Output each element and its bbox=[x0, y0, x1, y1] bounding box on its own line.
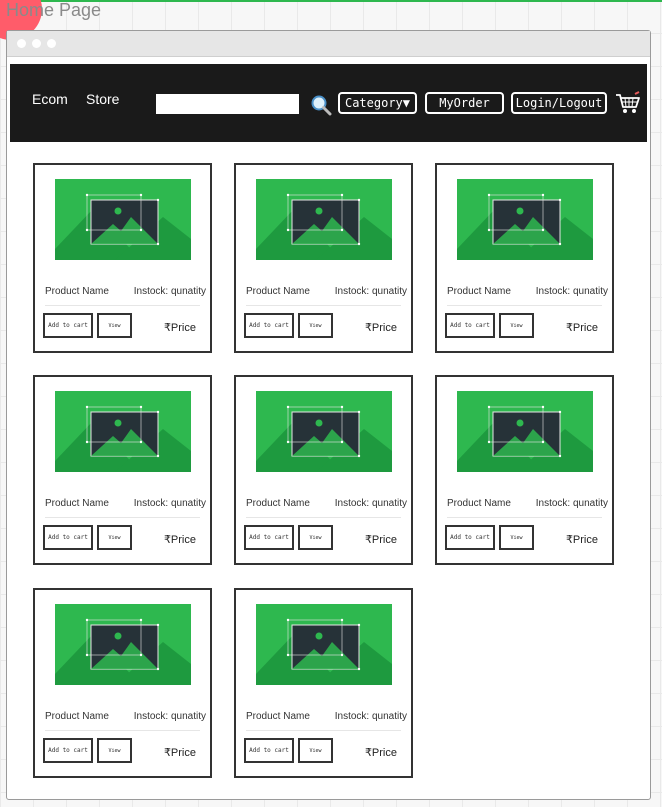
category-dropdown[interactable]: Category▼ bbox=[338, 92, 417, 114]
product-card: Product Name Instock: qunatity Add to ca… bbox=[435, 375, 614, 565]
add-to-cart-button[interactable]: Add to cart bbox=[43, 738, 93, 763]
product-price: ₹Price bbox=[565, 534, 598, 546]
product-name: Product Name bbox=[246, 286, 310, 297]
nav-store-link[interactable]: Store bbox=[86, 91, 119, 107]
product-image-placeholder-icon bbox=[256, 391, 392, 472]
myorder-button[interactable]: MyOrder bbox=[425, 92, 504, 114]
page-title: Home Page bbox=[6, 0, 102, 20]
product-stock: Instock: qunatity bbox=[334, 711, 407, 722]
product-image-placeholder-icon bbox=[55, 391, 191, 472]
nav-brand-link[interactable]: Ecom bbox=[32, 91, 68, 107]
view-button[interactable]: View bbox=[298, 313, 333, 338]
product-price: ₹Price bbox=[364, 534, 397, 546]
add-to-cart-button[interactable]: Add to cart bbox=[43, 313, 93, 338]
card-divider bbox=[45, 305, 200, 306]
window-dot-icon bbox=[32, 39, 41, 48]
window-dot-icon bbox=[17, 39, 26, 48]
view-button[interactable]: View bbox=[97, 738, 132, 763]
product-price: ₹Price bbox=[163, 747, 196, 759]
card-divider bbox=[246, 730, 401, 731]
product-price: ₹Price bbox=[364, 747, 397, 759]
add-to-cart-button[interactable]: Add to cart bbox=[43, 525, 93, 550]
navbar: Ecom Store Category▼ MyOrder Login/Logou… bbox=[10, 64, 647, 142]
product-card: Product Name Instock: qunatity Add to ca… bbox=[33, 375, 212, 565]
card-divider bbox=[246, 305, 401, 306]
product-image-placeholder-icon bbox=[55, 604, 191, 685]
product-name: Product Name bbox=[246, 711, 310, 722]
add-to-cart-button[interactable]: Add to cart bbox=[445, 313, 495, 338]
view-button[interactable]: View bbox=[298, 738, 333, 763]
product-card: Product Name Instock: qunatity Add to ca… bbox=[435, 163, 614, 353]
product-card: Product Name Instock: qunatity Add to ca… bbox=[33, 163, 212, 353]
product-price: ₹Price bbox=[565, 322, 598, 334]
product-price: ₹Price bbox=[163, 322, 196, 334]
product-card: Product Name Instock: qunatity Add to ca… bbox=[234, 163, 413, 353]
product-card: Product Name Instock: qunatity Add to ca… bbox=[33, 588, 212, 778]
product-stock: Instock: qunatity bbox=[133, 286, 206, 297]
product-price: ₹Price bbox=[163, 534, 196, 546]
card-divider bbox=[246, 517, 401, 518]
view-button[interactable]: View bbox=[97, 525, 132, 550]
product-name: Product Name bbox=[45, 498, 109, 509]
product-stock: Instock: qunatity bbox=[133, 498, 206, 509]
product-name: Product Name bbox=[45, 711, 109, 722]
view-button[interactable]: View bbox=[499, 525, 534, 550]
view-button[interactable]: View bbox=[298, 525, 333, 550]
card-divider bbox=[45, 730, 200, 731]
product-image-placeholder-icon bbox=[457, 391, 593, 472]
product-stock: Instock: qunatity bbox=[334, 286, 407, 297]
card-divider bbox=[45, 517, 200, 518]
window-dot-icon bbox=[47, 39, 56, 48]
search-icon[interactable] bbox=[310, 94, 332, 116]
product-stock: Instock: qunatity bbox=[334, 498, 407, 509]
product-image-placeholder-icon bbox=[256, 179, 392, 260]
view-button[interactable]: View bbox=[97, 313, 132, 338]
search-input[interactable] bbox=[156, 94, 299, 114]
product-image-placeholder-icon bbox=[55, 179, 191, 260]
add-to-cart-button[interactable]: Add to cart bbox=[244, 738, 294, 763]
add-to-cart-button[interactable]: Add to cart bbox=[244, 525, 294, 550]
product-name: Product Name bbox=[447, 286, 511, 297]
product-image-placeholder-icon bbox=[457, 179, 593, 260]
product-image-placeholder-icon bbox=[256, 604, 392, 685]
product-stock: Instock: qunatity bbox=[133, 711, 206, 722]
add-to-cart-button[interactable]: Add to cart bbox=[244, 313, 294, 338]
card-divider bbox=[447, 305, 602, 306]
product-name: Product Name bbox=[246, 498, 310, 509]
view-button[interactable]: View bbox=[499, 313, 534, 338]
add-to-cart-button[interactable]: Add to cart bbox=[445, 525, 495, 550]
product-name: Product Name bbox=[447, 498, 511, 509]
product-card: Product Name Instock: qunatity Add to ca… bbox=[234, 375, 413, 565]
product-stock: Instock: qunatity bbox=[535, 498, 608, 509]
product-stock: Instock: qunatity bbox=[535, 286, 608, 297]
browser-window: Ecom Store Category▼ MyOrder Login/Logou… bbox=[6, 30, 651, 800]
cart-icon[interactable] bbox=[615, 91, 641, 115]
product-price: ₹Price bbox=[364, 322, 397, 334]
product-card: Product Name Instock: qunatity Add to ca… bbox=[234, 588, 413, 778]
product-name: Product Name bbox=[45, 286, 109, 297]
login-logout-button[interactable]: Login/Logout bbox=[511, 92, 607, 114]
card-divider bbox=[447, 517, 602, 518]
window-titlebar bbox=[7, 31, 650, 57]
